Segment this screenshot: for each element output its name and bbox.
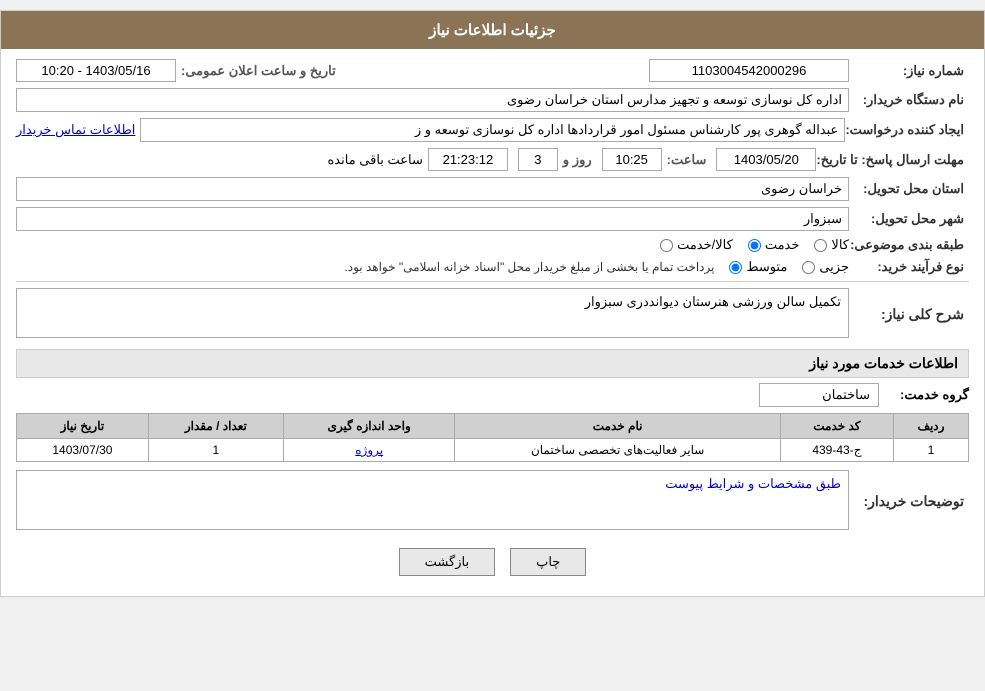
buyer-org-value: اداره کل نوسازی توسعه و تجهیز مدارس استا… xyxy=(16,88,849,112)
purchase-type-radio-group: متوسط جزیی xyxy=(729,259,849,275)
service-group-label: گروه خدمت: xyxy=(889,387,969,403)
city-label: شهر محل تحویل: xyxy=(849,211,969,227)
send-remaining-label: ساعت باقی مانده xyxy=(328,152,423,168)
category-radio-2[interactable] xyxy=(748,239,761,252)
col-name: نام خدمت xyxy=(455,414,780,439)
divider-1 xyxy=(16,281,969,282)
col-code: کد خدمت xyxy=(780,414,893,439)
category-option-1: کالا/خدمت xyxy=(660,237,733,253)
category-option-2-label: خدمت xyxy=(765,237,800,253)
announce-date-label: تاریخ و ساعت اعلان عمومی: xyxy=(181,63,336,79)
send-day-value: 3 xyxy=(518,148,558,171)
category-option-3-label: کالا xyxy=(831,237,849,253)
order-number-row: شماره نیاز: 1103004542000296 تاریخ و ساع… xyxy=(16,59,969,82)
buttons-row: چاپ بازگشت xyxy=(16,548,969,576)
send-time-label: ساعت: xyxy=(667,152,707,168)
send-date-value: 1403/05/20 xyxy=(716,148,816,171)
service-group-value: ساختمان xyxy=(759,383,879,407)
order-number-label: شماره نیاز: xyxy=(849,63,969,79)
page-content: شماره نیاز: 1103004542000296 تاریخ و ساع… xyxy=(1,49,984,596)
buyer-org-row: نام دستگاه خریدار: اداره کل نوسازی توسعه… xyxy=(16,88,969,112)
description-row: شرح کلی نیاز: تکمیل سالن ورزشی هنرستان د… xyxy=(16,288,969,341)
province-row: استان محل تحویل: خراسان رضوی xyxy=(16,177,969,201)
category-row: طبقه بندی موضوعی: کالا/خدمت خدمت کالا xyxy=(16,237,969,253)
services-table: ردیف کد خدمت نام خدمت واحد اندازه گیری ت… xyxy=(16,413,969,462)
buyer-notes-value: طبق مشخصات و شرایط پیوست xyxy=(665,476,841,492)
purchase-option-2-label: جزیی xyxy=(819,259,849,275)
send-countdown-value: 21:23:12 xyxy=(428,148,508,171)
send-date-label: مهلت ارسال پاسخ: تا تاریخ: xyxy=(816,152,969,168)
cell-row: 1 xyxy=(893,439,968,462)
cell-unit[interactable]: پروژه xyxy=(283,439,454,462)
purchase-option-2: جزیی xyxy=(802,259,849,275)
page-header: جزئیات اطلاعات نیاز xyxy=(1,11,984,49)
col-unit: واحد اندازه گیری xyxy=(283,414,454,439)
services-section-title: اطلاعات خدمات مورد نیاز xyxy=(16,349,969,378)
cell-date: 1403/07/30 xyxy=(17,439,149,462)
col-date: تاریخ نیاز xyxy=(17,414,149,439)
table-row: 1 ج-43-439 سایر فعالیت‌های تخصصی ساختمان… xyxy=(17,439,969,462)
purchase-type-row: نوع فرآیند خرید: متوسط جزیی پرداخت تمام … xyxy=(16,259,969,275)
table-header-row: ردیف کد خدمت نام خدمت واحد اندازه گیری ت… xyxy=(17,414,969,439)
creator-row: ایجاد کننده درخواست: عبداله گوهری پور کا… xyxy=(16,118,969,142)
category-option-2: خدمت xyxy=(748,237,800,253)
purchase-type-label: نوع فرآیند خرید: xyxy=(849,259,969,275)
category-label: طبقه بندی موضوعی: xyxy=(849,237,969,253)
category-radio-1[interactable] xyxy=(660,239,673,252)
creator-link[interactable]: اطلاعات تماس خریدار xyxy=(16,122,135,138)
city-value: سبزوار xyxy=(16,207,849,231)
page-wrapper: جزئیات اطلاعات نیاز شماره نیاز: 11030045… xyxy=(0,10,985,597)
page-title: جزئیات اطلاعات نیاز xyxy=(429,22,556,39)
description-section-label: شرح کلی نیاز: xyxy=(849,306,969,323)
cell-count: 1 xyxy=(148,439,283,462)
cell-code: ج-43-439 xyxy=(780,439,893,462)
col-count: تعداد / مقدار xyxy=(148,414,283,439)
col-row: ردیف xyxy=(893,414,968,439)
city-row: شهر محل تحویل: سبزوار xyxy=(16,207,969,231)
category-radio-group: کالا/خدمت خدمت کالا xyxy=(660,237,849,253)
category-option-3: کالا xyxy=(814,237,849,253)
purchase-option-1-label: متوسط xyxy=(746,259,787,275)
buyer-notes-row: توضیحات خریدار: طبق مشخصات و شرایط پیوست xyxy=(16,470,969,533)
send-date-row: مهلت ارسال پاسخ: تا تاریخ: 1403/05/20 سا… xyxy=(16,148,969,171)
print-button[interactable]: چاپ xyxy=(510,548,586,576)
province-value: خراسان رضوی xyxy=(16,177,849,201)
creator-label: ایجاد کننده درخواست: xyxy=(845,122,969,138)
back-button[interactable]: بازگشت xyxy=(399,548,495,576)
buyer-notes-label: توضیحات خریدار: xyxy=(849,493,969,510)
category-radio-3[interactable] xyxy=(814,239,827,252)
province-label: استان محل تحویل: xyxy=(849,181,969,197)
purchase-radio-1[interactable] xyxy=(729,261,742,274)
order-number-value: 1103004542000296 xyxy=(649,59,849,82)
purchase-radio-2[interactable] xyxy=(802,261,815,274)
send-time-value: 10:25 xyxy=(602,148,662,171)
send-day-label: روز و xyxy=(563,152,592,168)
service-group-row: گروه خدمت: ساختمان xyxy=(16,383,969,407)
purchase-note: پرداخت تمام یا بخشی از مبلغ خریدار محل "… xyxy=(344,260,714,274)
buyer-org-label: نام دستگاه خریدار: xyxy=(849,92,969,108)
creator-value: عبداله گوهری پور کارشناس مسئول امور قرار… xyxy=(140,118,845,142)
announce-date-value: 1403/05/16 - 10:20 xyxy=(16,59,176,82)
cell-name: سایر فعالیت‌های تخصصی ساختمان xyxy=(455,439,780,462)
description-value: تکمیل سالن ورزشی هنرستان دیوانددری سبزوا… xyxy=(585,294,841,310)
purchase-option-1: متوسط xyxy=(729,259,787,275)
category-option-1-label: کالا/خدمت xyxy=(677,237,733,253)
